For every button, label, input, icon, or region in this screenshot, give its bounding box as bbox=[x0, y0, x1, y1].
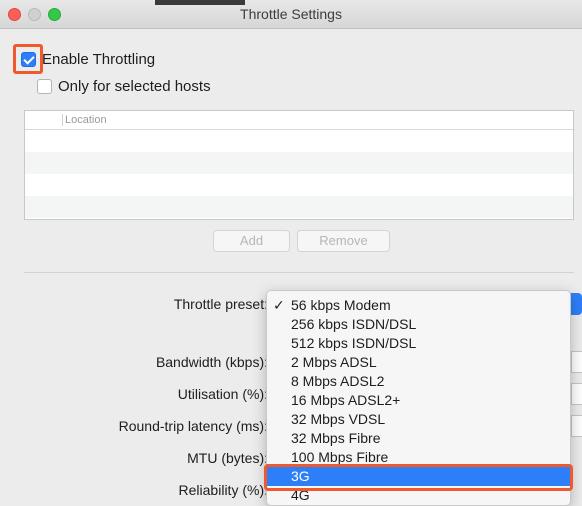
menu-item-label: 100 Mbps Fibre bbox=[291, 449, 389, 465]
menu-item-label: 512 kbps ISDN/DSL bbox=[291, 335, 417, 351]
preset-option-512kbps[interactable]: 512 kbps ISDN/DSL bbox=[267, 334, 570, 353]
section-divider bbox=[24, 272, 574, 273]
preset-option-8mbps-adsl2[interactable]: 8 Mbps ADSL2 bbox=[267, 372, 570, 391]
preset-option-56kbps[interactable]: ✓ 56 kbps Modem bbox=[267, 296, 570, 315]
menu-item-label: 8 Mbps ADSL2 bbox=[291, 373, 385, 389]
remove-button[interactable]: Remove bbox=[297, 230, 390, 252]
utilisation-input[interactable] bbox=[571, 383, 582, 405]
menu-item-label: 256 kbps ISDN/DSL bbox=[291, 316, 417, 332]
title-bar[interactable]: Throttle Settings bbox=[0, 0, 582, 29]
preset-option-2mbps-adsl[interactable]: 2 Mbps ADSL bbox=[267, 353, 570, 372]
annotation-highlight-3g bbox=[264, 464, 573, 491]
checkmark-icon: ✓ bbox=[273, 297, 285, 313]
menu-item-label: 56 kbps Modem bbox=[291, 297, 391, 313]
bandwidth-input[interactable] bbox=[571, 351, 582, 373]
annotation-highlight-checkbox bbox=[13, 44, 43, 74]
throttle-settings-window: Throttle Settings Enable Throttling Only… bbox=[0, 0, 582, 506]
reliability-label: Reliability (%): bbox=[178, 482, 268, 498]
table-row[interactable] bbox=[25, 130, 573, 152]
latency-label: Round-trip latency (ms): bbox=[118, 418, 268, 434]
table-row[interactable] bbox=[25, 152, 573, 174]
menu-item-label: 16 Mbps ADSL2+ bbox=[291, 392, 401, 408]
window-title: Throttle Settings bbox=[240, 6, 342, 22]
preset-option-256kbps[interactable]: 256 kbps ISDN/DSL bbox=[267, 315, 570, 334]
menu-item-label: 32 Mbps Fibre bbox=[291, 430, 381, 446]
mtu-label: MTU (bytes): bbox=[187, 450, 268, 466]
preset-option-32mbps-fibre[interactable]: 32 Mbps Fibre bbox=[267, 429, 570, 448]
latency-input[interactable] bbox=[571, 415, 582, 437]
location-column-header[interactable]: Location bbox=[25, 111, 573, 130]
table-row[interactable] bbox=[25, 174, 573, 196]
selected-hosts-option[interactable]: Only for selected hosts bbox=[37, 78, 211, 95]
utilisation-label: Utilisation (%): bbox=[177, 386, 268, 402]
throttle-preset-label: Throttle preset: bbox=[173, 296, 268, 312]
selected-hosts-label: Only for selected hosts bbox=[58, 78, 211, 95]
menu-item-label: 2 Mbps ADSL bbox=[291, 354, 377, 370]
menu-item-label: 32 Mbps VDSL bbox=[291, 411, 386, 427]
preset-option-16mbps-adsl2plus[interactable]: 16 Mbps ADSL2+ bbox=[267, 391, 570, 410]
add-button[interactable]: Add bbox=[213, 230, 290, 252]
bandwidth-label: Bandwidth (kbps): bbox=[155, 354, 268, 370]
enable-throttling-label: Enable Throttling bbox=[42, 51, 156, 68]
preset-option-32mbps-vdsl[interactable]: 32 Mbps VDSL bbox=[267, 410, 570, 429]
hosts-table[interactable]: Location bbox=[24, 110, 574, 220]
title-bar-overlap bbox=[155, 0, 245, 5]
selected-hosts-checkbox[interactable] bbox=[37, 79, 52, 94]
table-row[interactable] bbox=[25, 196, 573, 218]
